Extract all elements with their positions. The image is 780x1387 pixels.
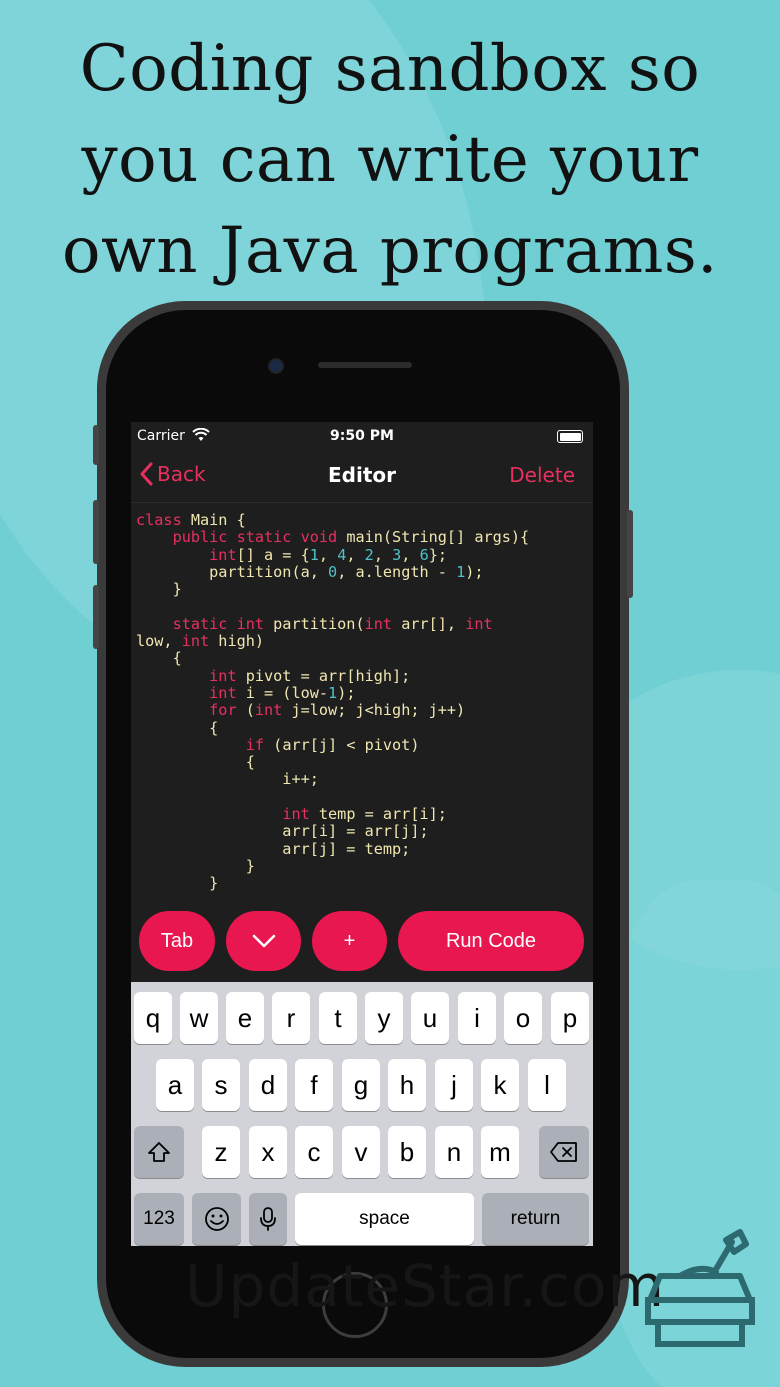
phone-side-button xyxy=(627,510,633,598)
headline-line: you can write your xyxy=(81,123,699,197)
key[interactable]: n xyxy=(435,1126,473,1178)
headline-line: own Java programs. xyxy=(61,214,719,288)
emoji-key[interactable] xyxy=(192,1193,241,1245)
key[interactable]: d xyxy=(249,1059,287,1111)
phone-screen: Carrier 9:50 PM Back Editor Delete class… xyxy=(131,422,593,1246)
key[interactable]: p xyxy=(551,992,589,1044)
key[interactable]: e xyxy=(226,992,264,1044)
code-editor[interactable]: class Main { public static void main(Str… xyxy=(136,511,591,893)
key[interactable]: z xyxy=(202,1126,240,1178)
microphone-icon xyxy=(260,1207,276,1231)
return-key[interactable]: return xyxy=(482,1193,589,1245)
numbers-key[interactable]: 123 xyxy=(134,1193,184,1245)
key[interactable]: m xyxy=(481,1126,519,1178)
key[interactable]: r xyxy=(272,992,310,1044)
key[interactable]: b xyxy=(388,1126,426,1178)
speaker-grille xyxy=(318,362,412,368)
phone-side-button xyxy=(93,585,99,649)
backspace-icon xyxy=(550,1142,577,1162)
dictation-key[interactable] xyxy=(249,1193,287,1245)
key[interactable]: u xyxy=(411,992,449,1044)
key[interactable]: l xyxy=(528,1059,566,1111)
key[interactable]: k xyxy=(481,1059,519,1111)
key[interactable]: s xyxy=(202,1059,240,1111)
key[interactable]: c xyxy=(295,1126,333,1178)
key[interactable]: a xyxy=(156,1059,194,1111)
battery-icon xyxy=(557,430,583,443)
key[interactable]: q xyxy=(134,992,172,1044)
run-code-button[interactable]: Run Code xyxy=(398,911,584,971)
key[interactable]: f xyxy=(295,1059,333,1111)
key[interactable]: g xyxy=(342,1059,380,1111)
emoji-icon xyxy=(204,1207,229,1231)
navigation-bar: Back Editor Delete xyxy=(131,452,593,503)
editor-toolbar: Tab + Run Code xyxy=(131,909,593,973)
headline-line: Coding sandbox so xyxy=(79,32,701,106)
status-bar: Carrier 9:50 PM xyxy=(131,422,593,450)
phone-side-button xyxy=(93,425,99,465)
chevron-down-icon xyxy=(252,934,275,948)
key[interactable]: t xyxy=(319,992,357,1044)
key[interactable]: y xyxy=(365,992,403,1044)
clock: 9:50 PM xyxy=(330,428,394,444)
tab-button[interactable]: Tab xyxy=(139,911,215,971)
watermark: UpdateStar.com xyxy=(185,1252,665,1320)
hide-keyboard-button[interactable] xyxy=(226,911,301,971)
backspace-key[interactable] xyxy=(539,1126,589,1178)
phone-side-button xyxy=(93,500,99,564)
key[interactable]: x xyxy=(249,1126,287,1178)
key[interactable]: v xyxy=(342,1126,380,1178)
key[interactable]: i xyxy=(458,992,496,1044)
shift-icon xyxy=(148,1142,170,1162)
camera-icon xyxy=(268,358,284,374)
shift-key[interactable] xyxy=(134,1126,184,1178)
plus-button[interactable]: + xyxy=(312,911,387,971)
delete-button[interactable]: Delete xyxy=(509,463,575,487)
key[interactable]: o xyxy=(504,992,542,1044)
sandbox-logo-icon xyxy=(645,1229,755,1347)
key[interactable]: h xyxy=(388,1059,426,1111)
key[interactable]: w xyxy=(180,992,218,1044)
headline: Coding sandbox so you can write your own… xyxy=(0,24,780,297)
space-key[interactable]: space xyxy=(295,1193,474,1245)
keyboard: q w e r t y u i o p a s d f g h j k l z … xyxy=(131,982,593,1246)
key[interactable]: j xyxy=(435,1059,473,1111)
